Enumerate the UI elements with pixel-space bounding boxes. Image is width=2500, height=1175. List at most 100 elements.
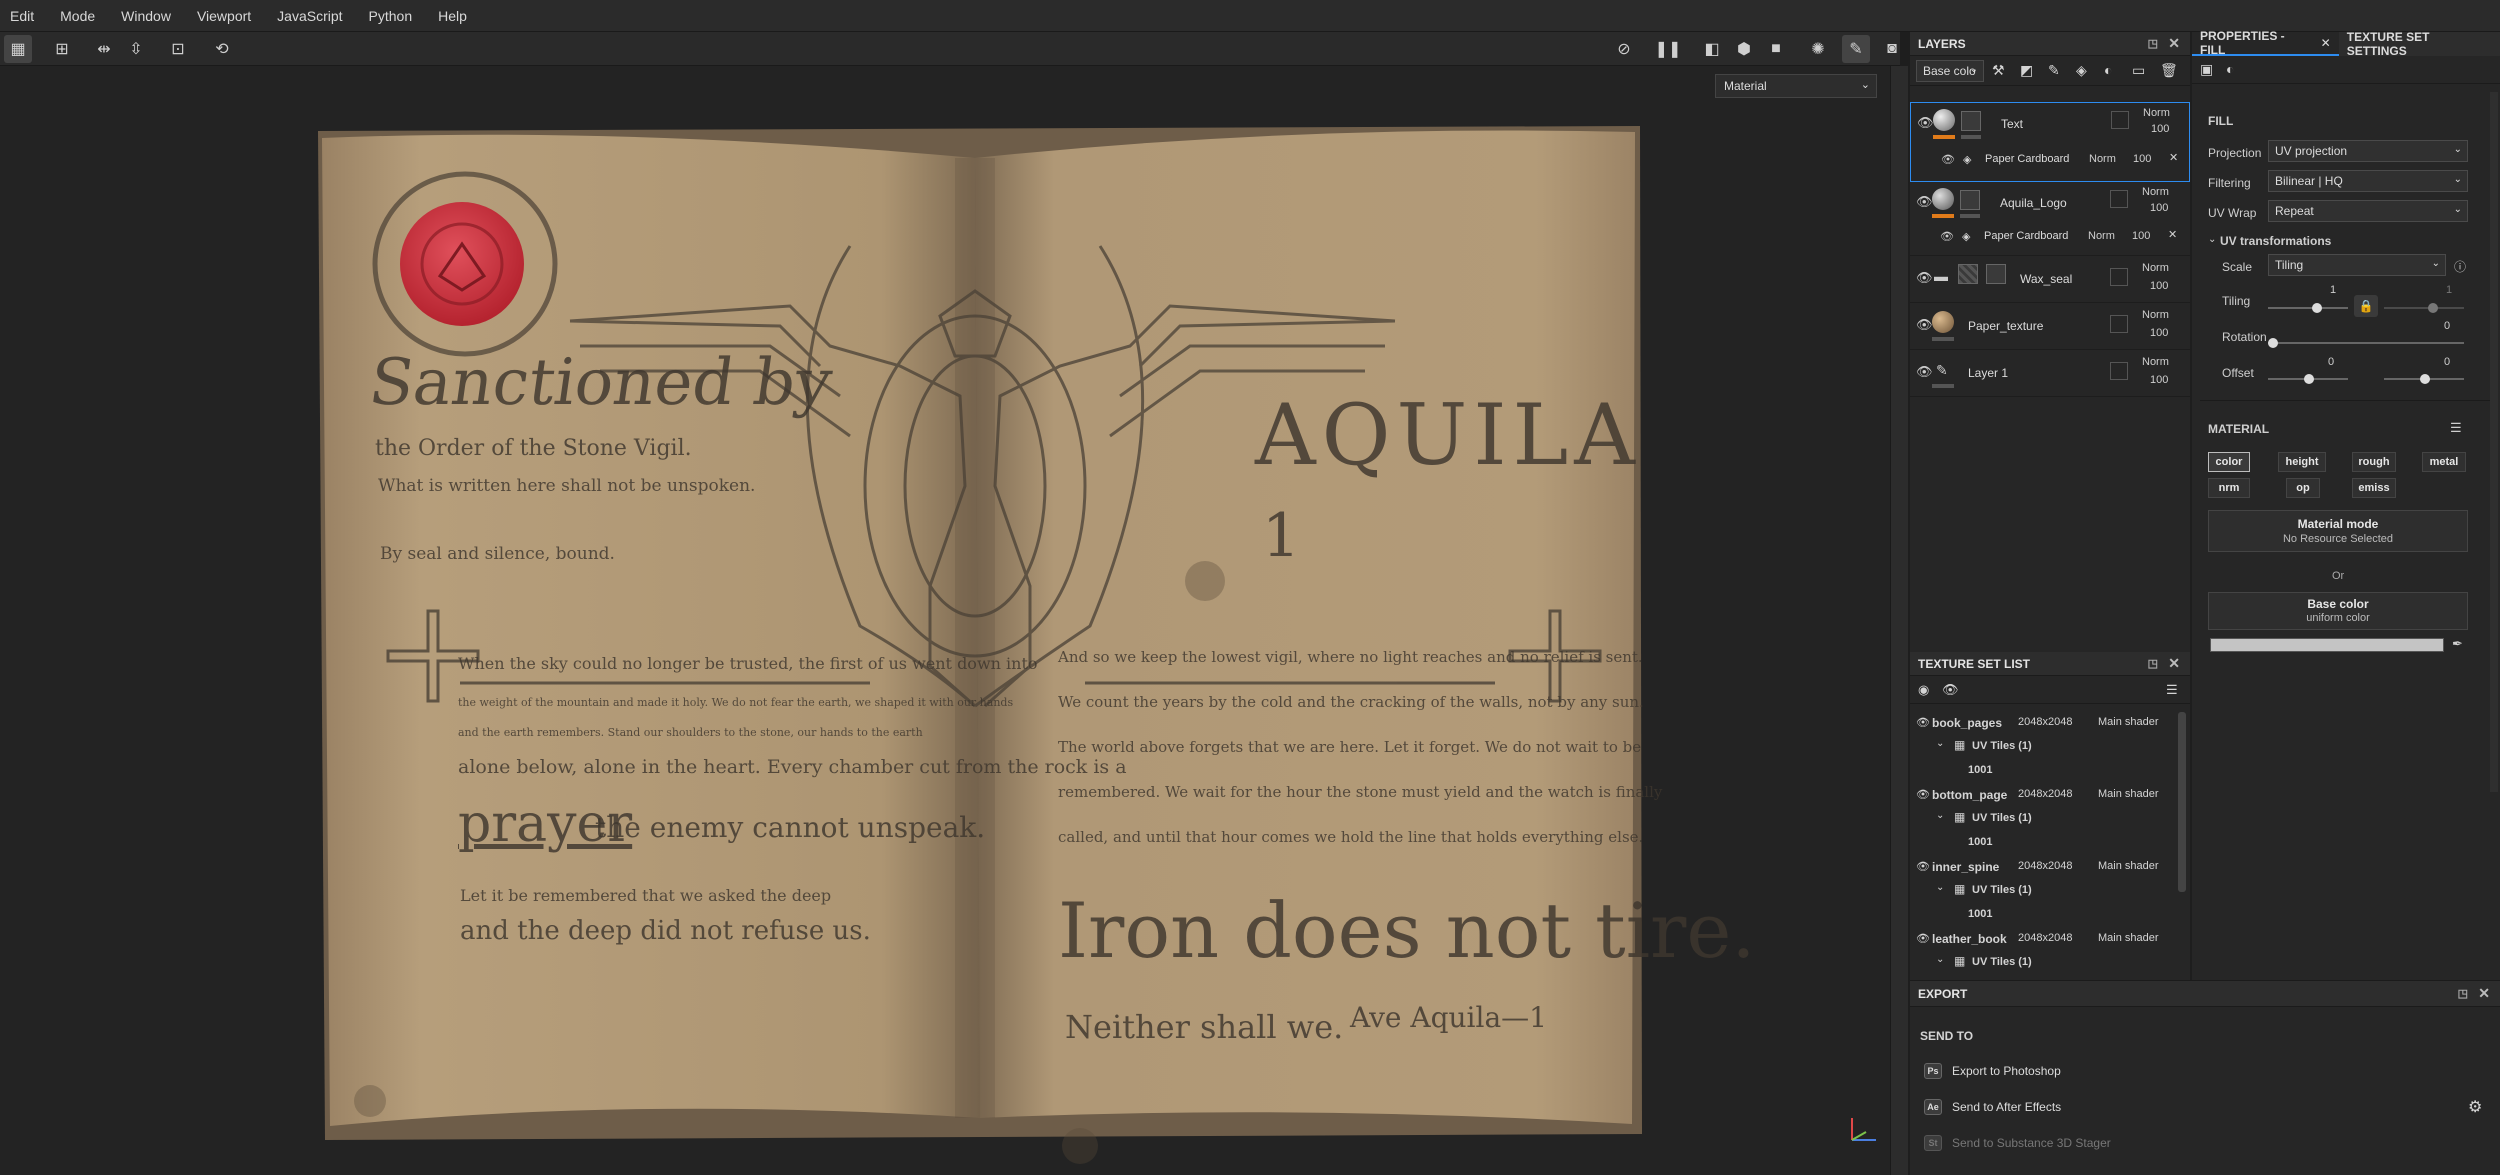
texture-set-leather-book[interactable]: 👁 leather_book 2048x2048 Main shader ⌄ ▦… — [1910, 926, 2175, 978]
add-folder-icon[interactable]: ▭ — [2132, 62, 2145, 79]
tab-texture-set-settings[interactable]: TEXTURE SET SETTINGS — [2339, 30, 2500, 58]
export-photoshop-item[interactable]: Ps Export to Photoshop — [1924, 1063, 2061, 1079]
texture-set-name[interactable]: bottom_page — [1932, 788, 2007, 802]
menu-python[interactable]: Python — [369, 8, 413, 24]
effect-visibility-icon[interactable]: 👁 — [1940, 230, 1954, 243]
mirror-y-icon[interactable]: ⇳ — [122, 35, 150, 63]
info-icon[interactable]: ⓘ — [2454, 258, 2466, 275]
layer-row-layer-1[interactable]: 👁 ✎ Layer 1 Norm 100 — [1910, 350, 2190, 397]
undock-icon[interactable]: ◳ — [2458, 987, 2468, 1000]
slider-knob[interactable] — [2304, 374, 2314, 384]
add-mask-icon[interactable]: ◩ — [2020, 62, 2033, 79]
opacity-value[interactable]: 100 — [2150, 374, 2168, 386]
delete-icon[interactable]: 🗑 — [2160, 62, 2178, 79]
uv-wrap-select[interactable]: Repeat ⌄ — [2268, 200, 2468, 222]
add-smart-material-icon[interactable]: ◐ — [2104, 62, 2112, 78]
material-menu-icon[interactable]: ☰ — [2450, 420, 2462, 436]
chevron-down-icon[interactable]: ⌄ — [1936, 954, 1944, 965]
channel-nrm[interactable]: nrm — [2208, 478, 2250, 498]
channel-select[interactable]: Base colo ⌄ — [1916, 60, 1984, 82]
pause-icon[interactable]: ❚❚ — [1654, 35, 1682, 63]
layer-name[interactable]: Wax_seal — [2020, 272, 2072, 286]
history-icon[interactable]: ⟲ — [208, 35, 236, 63]
offset-v-slider[interactable] — [2384, 374, 2464, 384]
add-paint-layer-icon[interactable]: ✎ — [2048, 62, 2060, 79]
texture-set-shader[interactable]: Main shader — [2098, 788, 2159, 800]
opacity-value[interactable]: 100 — [2150, 202, 2168, 214]
channel-op[interactable]: op — [2286, 478, 2320, 498]
channel-color[interactable]: color — [2208, 452, 2250, 472]
eye-icon[interactable]: 👁 — [1916, 860, 1930, 873]
layer-selector[interactable] — [2110, 315, 2128, 333]
undock-icon[interactable]: ◳ — [2148, 37, 2158, 50]
effect-blend[interactable]: Norm — [2088, 230, 2115, 242]
menu-javascript[interactable]: JavaScript — [277, 8, 342, 24]
chevron-down-icon[interactable]: ⌄ — [1936, 882, 1944, 893]
layer-row-paper-texture[interactable]: 👁 Paper_texture Norm 100 — [1910, 303, 2190, 350]
gear-icon[interactable]: ⚙ — [2468, 1097, 2482, 1117]
remove-effect-icon[interactable]: ✕ — [2169, 151, 2178, 164]
color-swatch[interactable] — [2210, 638, 2444, 652]
effect-blend[interactable]: Norm — [2089, 153, 2116, 165]
menu-window[interactable]: Window — [121, 8, 171, 24]
effect-name[interactable]: Paper Cardboard — [1984, 230, 2068, 242]
send-stager-item[interactable]: St Send to Substance 3D Stager — [1924, 1135, 2111, 1151]
slider-knob[interactable] — [2268, 338, 2278, 348]
close-icon[interactable]: ✕ — [2321, 36, 2331, 50]
remove-effect-icon[interactable]: ✕ — [2168, 228, 2177, 241]
eye-icon[interactable]: 👁 — [1916, 932, 1930, 945]
camera-icon[interactable]: ■ — [1762, 35, 1790, 63]
menu-edit[interactable]: Edit — [10, 8, 34, 24]
menu-help[interactable]: Help — [438, 8, 467, 24]
chevron-down-icon[interactable]: ⌄ — [2208, 234, 2216, 245]
layer-row-aquila-logo[interactable]: 👁 Aquila_Logo Norm 100 👁 ◈ Paper Cardboa… — [1910, 182, 2190, 256]
panel-splitter[interactable] — [1890, 66, 1908, 1175]
visibility-eye-icon[interactable]: 👁 — [1916, 317, 1933, 333]
layer-selector[interactable] — [2110, 362, 2128, 380]
blend-mode[interactable]: Norm — [2142, 356, 2169, 368]
eyedropper-icon[interactable]: ✒ — [2452, 636, 2463, 652]
texture-set-shader[interactable]: Main shader — [2098, 716, 2159, 728]
material-select[interactable]: Material ⌄ — [1715, 74, 1877, 98]
layer-name[interactable]: Layer 1 — [1968, 366, 2008, 380]
layer-row-text[interactable]: 👁 Text Norm 100 👁 ◈ Paper Cardboard Norm… — [1910, 102, 2190, 182]
opacity-value[interactable]: 100 — [2151, 123, 2169, 135]
hide-icon[interactable]: ⊘ — [1610, 35, 1638, 63]
visibility-eye-icon[interactable]: 👁 — [1916, 270, 1933, 286]
texture-set-inner-spine[interactable]: 👁 inner_spine 2048x2048 Main shader ⌄ ▦ … — [1910, 854, 2175, 926]
texture-set-name[interactable]: inner_spine — [1932, 860, 1999, 874]
projection-select[interactable]: UV projection ⌄ — [2268, 140, 2468, 162]
filtering-select[interactable]: Bilinear | HQ ⌄ — [2268, 170, 2468, 192]
layer-row-wax-seal[interactable]: 👁 ▬ Wax_seal Norm 100 — [1910, 256, 2190, 303]
uv-tile-id[interactable]: 1001 — [1968, 764, 1992, 776]
blend-mode[interactable]: Norm — [2142, 309, 2169, 321]
texture-set-book-pages[interactable]: 👁 book_pages 2048x2048 Main shader ⌄ ▦ U… — [1910, 710, 2175, 782]
lock-icon[interactable]: 🔒 — [2354, 295, 2378, 317]
menu-mode[interactable]: Mode — [60, 8, 95, 24]
tiling-slider-2[interactable] — [2384, 303, 2464, 313]
tab-properties-fill[interactable]: PROPERTIES - FILL ✕ — [2192, 29, 2339, 57]
mirror-x-icon[interactable]: ⇹ — [90, 35, 118, 63]
layer-name[interactable]: Aquila_Logo — [2000, 196, 2067, 210]
settings-list-icon[interactable]: ☰ — [2166, 682, 2178, 698]
chevron-down-icon[interactable]: ⌄ — [1936, 810, 1944, 821]
visibility-eye-icon[interactable]: 👁 — [1916, 194, 1933, 210]
close-icon[interactable]: ✕ — [2168, 655, 2180, 672]
effect-opacity[interactable]: 100 — [2133, 153, 2151, 165]
close-icon[interactable]: ✕ — [2168, 35, 2180, 52]
visibility-eye-icon[interactable]: 👁 — [1916, 364, 1933, 380]
slider-knob[interactable] — [2312, 303, 2322, 313]
texture-set-bottom-page[interactable]: 👁 bottom_page 2048x2048 Main shader ⌄ ▦ … — [1910, 782, 2175, 854]
blend-mode[interactable]: Norm — [2142, 186, 2169, 198]
light-icon[interactable]: ✺ — [1804, 35, 1832, 63]
send-after-effects-item[interactable]: Ae Send to After Effects — [1924, 1099, 2061, 1115]
layer-selector[interactable] — [2111, 111, 2129, 129]
channel-height[interactable]: height — [2278, 452, 2326, 472]
layer-selector[interactable] — [2110, 190, 2128, 208]
add-fill-layer-icon[interactable]: ◈ — [2076, 62, 2087, 79]
offset-u-slider[interactable] — [2268, 374, 2348, 384]
slider-knob[interactable] — [2428, 303, 2438, 313]
texture-set-name[interactable]: book_pages — [1932, 716, 2002, 730]
scrollbar[interactable] — [2178, 712, 2186, 892]
material-sphere-icon[interactable]: ◐ — [2226, 61, 2234, 77]
